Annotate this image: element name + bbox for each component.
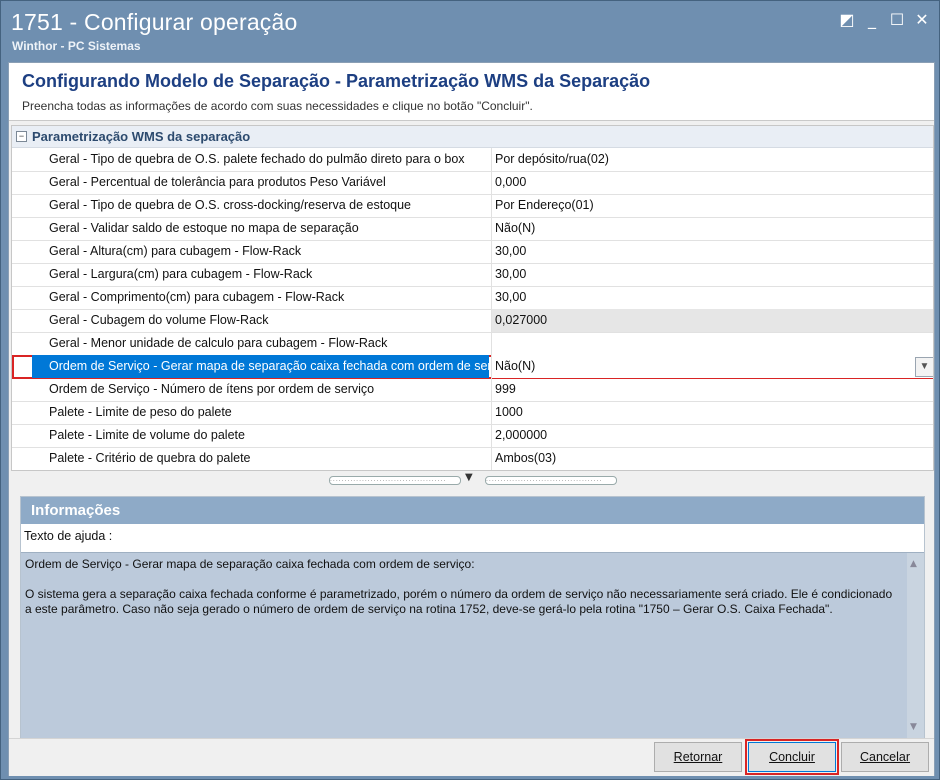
property-name: Geral - Cubagem do volume Flow-Rack [49, 313, 269, 327]
back-button[interactable]: Retornar [654, 742, 742, 772]
property-row[interactable]: Geral - Tipo de quebra de O.S. palete fe… [12, 148, 933, 172]
scroll-down-icon[interactable]: ▼ [910, 722, 917, 732]
property-value[interactable] [491, 332, 933, 355]
window-title: 1751 - Configurar operação [11, 9, 298, 35]
page-title: Configurando Modelo de Separação - Param… [22, 71, 651, 91]
property-row[interactable]: Geral - Cubagem do volume Flow-Rack 0,02… [12, 309, 933, 333]
category-row[interactable]: − Parametrização WMS da separação [12, 126, 933, 148]
minimize-icon[interactable]: _ [861, 10, 883, 30]
property-name: Ordem de Serviço - Gerar mapa de separaç… [32, 355, 489, 378]
property-name: Palete - Limite de peso do palete [49, 405, 232, 419]
vertical-scrollbar[interactable]: ▲ ▼ [907, 553, 924, 738]
property-row-selected[interactable]: Ordem de Serviço - Gerar mapa de separaç… [12, 355, 933, 379]
help-textbox[interactable]: Ordem de Serviço - Gerar mapa de separaç… [21, 552, 924, 738]
property-name: Geral - Validar saldo de estoque no mapa… [49, 221, 359, 235]
property-name: Palete - Limite de volume do palete [49, 428, 245, 442]
property-value[interactable]: Ambos(03) [491, 447, 933, 470]
cancel-button[interactable]: Cancelar [841, 742, 929, 772]
help-title: Ordem de Serviço - Gerar mapa de separaç… [25, 557, 475, 571]
property-row[interactable]: Geral - Largura(cm) para cubagem - Flow-… [12, 263, 933, 287]
property-value[interactable]: 30,00 [491, 240, 933, 263]
scroll-up-icon[interactable]: ▲ [910, 559, 917, 569]
property-name: Geral - Altura(cm) para cubagem - Flow-R… [49, 244, 302, 258]
help-body: O sistema gera a separação caixa fechada… [25, 587, 893, 616]
property-value[interactable]: Não(N) [491, 217, 933, 240]
panel-splitter[interactable]: ........................................… [329, 472, 619, 485]
property-name: Ordem de Serviço - Número de ítens por o… [49, 382, 375, 396]
close-icon[interactable]: ✕ [911, 10, 933, 30]
help-label: Texto de ajuda : [24, 529, 113, 543]
property-row[interactable]: Geral - Percentual de tolerância para pr… [12, 171, 933, 195]
property-name: Geral - Tipo de quebra de O.S. cross-doc… [49, 198, 411, 212]
property-name: Geral - Comprimento(cm) para cubagem - F… [49, 290, 345, 304]
property-name: Palete - Critério de quebra do palete [49, 451, 251, 465]
button-bar: Retornar Concluir Cancelar [9, 738, 934, 776]
wizard-client-area: Configurando Modelo de Separação - Param… [8, 62, 935, 776]
chevron-down-icon[interactable]: ▼ [465, 472, 473, 483]
property-value[interactable]: Por Endereço(01) [491, 194, 933, 217]
property-value[interactable]: 30,00 [491, 263, 933, 286]
property-row[interactable]: Ordem de Serviço - Número de ítens por o… [12, 378, 933, 402]
property-value-dropdown[interactable]: Não(N) ▼ [491, 355, 933, 378]
wizard-header: Configurando Modelo de Separação - Param… [9, 63, 934, 121]
maximize-icon[interactable]: ☐ [886, 10, 908, 30]
splitter-grip-right: ........................................ [485, 476, 617, 485]
info-panel: Informações Texto de ajuda : Ordem de Se… [20, 496, 925, 738]
property-value[interactable]: Por depósito/rua(02) [491, 148, 933, 171]
property-value[interactable]: 30,00 [491, 286, 933, 309]
property-name: Geral - Percentual de tolerância para pr… [49, 175, 386, 189]
property-value-readonly: 0,027000 [491, 309, 933, 332]
property-value[interactable]: 0,000 [491, 171, 933, 194]
property-grid: − Parametrização WMS da separação Geral … [11, 125, 934, 471]
info-header: Informações [21, 497, 924, 524]
restore-layout-icon[interactable]: ◩ [836, 10, 858, 30]
property-row[interactable]: Geral - Validar saldo de estoque no mapa… [12, 217, 933, 241]
property-name: Geral - Tipo de quebra de O.S. palete fe… [49, 152, 465, 166]
property-name: Geral - Menor unidade de calculo para cu… [49, 336, 388, 350]
chevron-down-icon[interactable]: ▼ [915, 357, 933, 377]
property-row[interactable]: Palete - Limite de volume do palete 2,00… [12, 424, 933, 448]
help-text: Ordem de Serviço - Gerar mapa de separaç… [25, 557, 897, 632]
property-value[interactable]: 1000 [491, 401, 933, 424]
property-value[interactable]: 999 [491, 378, 933, 401]
property-row[interactable]: Palete - Limite de peso do palete 1000 [12, 401, 933, 425]
property-row[interactable]: Geral - Tipo de quebra de O.S. cross-doc… [12, 194, 933, 218]
finish-button[interactable]: Concluir [745, 739, 839, 775]
property-row[interactable]: Geral - Altura(cm) para cubagem - Flow-R… [12, 240, 933, 264]
main-window: 1751 - Configurar operação Winthor - PC … [0, 0, 940, 780]
property-row[interactable]: Palete - Critério de quebra do palete Am… [12, 447, 933, 470]
page-instructions: Preencha todas as informações de acordo … [22, 99, 533, 113]
property-row[interactable]: Geral - Menor unidade de calculo para cu… [12, 332, 933, 356]
property-value[interactable]: 2,000000 [491, 424, 933, 447]
property-name: Geral - Largura(cm) para cubagem - Flow-… [49, 267, 313, 281]
collapse-icon[interactable]: − [16, 131, 27, 142]
property-row[interactable]: Geral - Comprimento(cm) para cubagem - F… [12, 286, 933, 310]
window-subtitle: Winthor - PC Sistemas [12, 39, 141, 53]
category-label: Parametrização WMS da separação [32, 129, 251, 144]
splitter-grip-left: ........................................ [329, 476, 461, 485]
dropdown-value: Não(N) [495, 359, 536, 373]
title-bar[interactable]: 1751 - Configurar operação Winthor - PC … [1, 1, 939, 58]
